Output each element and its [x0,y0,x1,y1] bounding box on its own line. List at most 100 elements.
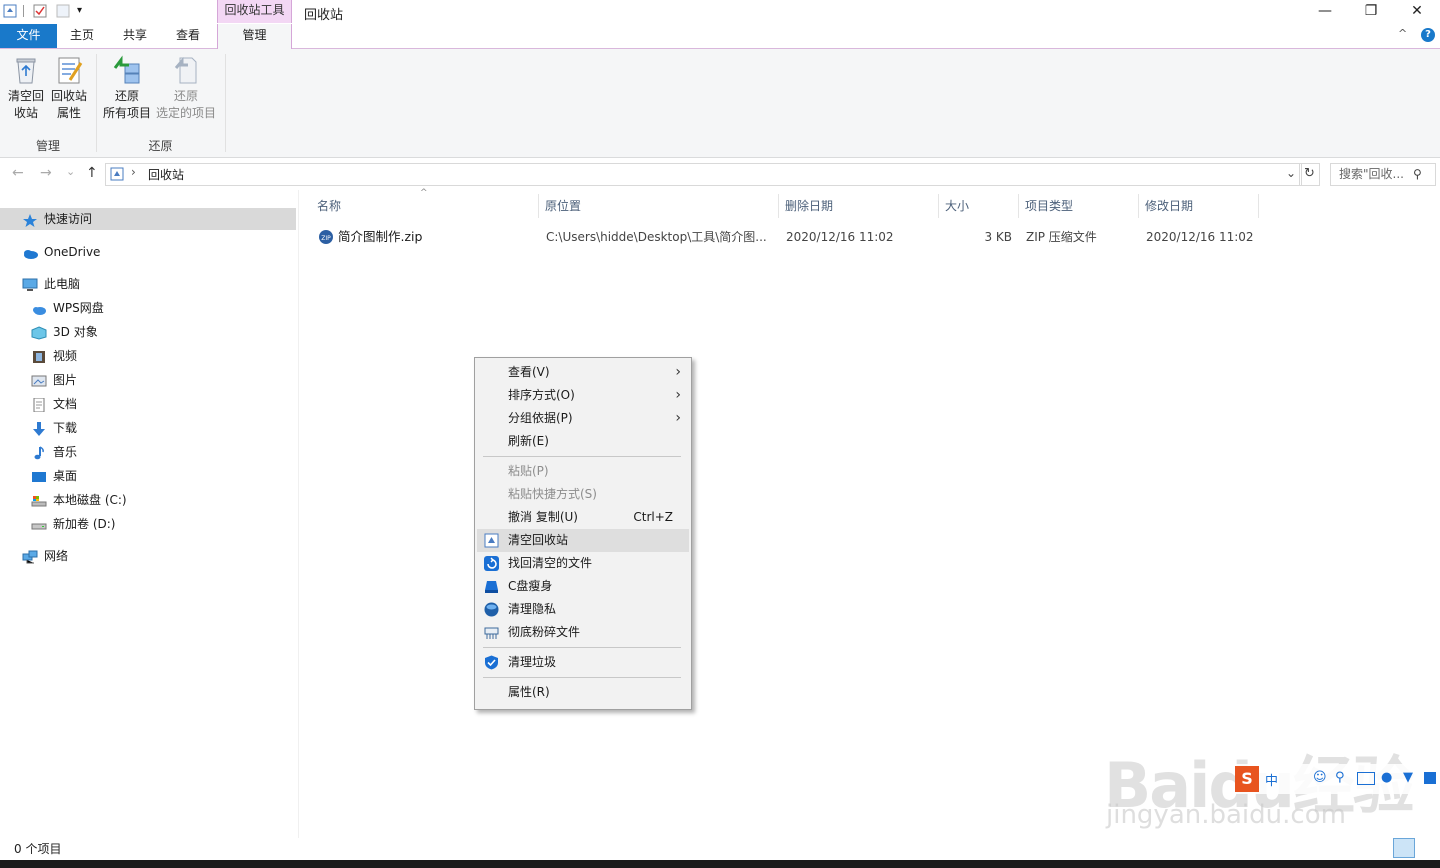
tab-home[interactable]: 主页 [57,24,107,48]
nav-label: 下载 [53,421,78,435]
menu-item-clean-junk[interactable]: 清理垃圾 [475,651,691,674]
properties-qat-icon[interactable] [33,4,47,18]
nav-label: 网络 [44,549,69,563]
back-arrow-icon[interactable]: ← [12,165,24,181]
nav-label: 音乐 [53,445,78,459]
menu-item-empty-recycle-bin[interactable]: 清空回收站 [477,529,689,552]
ime-user-icon[interactable]: ● [1381,770,1392,785]
tab-view[interactable]: 查看 [163,24,213,48]
nav-item-wps[interactable]: WPS网盘 [31,297,104,319]
nav-item-onedrive[interactable]: OneDrive [22,241,100,263]
breadcrumb-separator-icon[interactable]: › [131,165,136,179]
ime-toolbox-icon[interactable] [1424,772,1436,784]
document-icon [31,397,47,412]
column-header-name[interactable]: 名称 [311,194,539,218]
address-bar[interactable]: › 回收站 ⌄ [105,163,1302,186]
context-tab-group-label: 回收站工具 [217,0,292,23]
taskbar [0,860,1440,868]
nav-item-desktop[interactable]: 桌面 [31,465,77,487]
nav-item-3d-objects[interactable]: 3D 对象 [31,321,98,343]
network-icon [22,549,38,563]
menu-item-paste-shortcut[interactable]: 粘贴快捷方式(S) [475,483,691,506]
nav-item-quick-access[interactable]: 快速访问 [0,208,296,230]
menu-shortcut: Ctrl+Z [633,510,673,524]
restore-selected-items-button[interactable]: 还原 选定的项目 [154,54,218,122]
menu-item-clean-privacy[interactable]: 清理隐私 [475,598,691,621]
empty-bin-label-line2: 收站 [13,106,38,120]
ime-keyboard-icon[interactable] [1357,772,1375,785]
ime-emoji-icon[interactable]: ☺ [1313,770,1327,785]
download-arrow-icon [31,421,47,436]
column-header-date-modified[interactable]: 修改日期 [1139,194,1259,218]
picture-icon [31,373,47,387]
title-bar: ▾ [0,0,1440,24]
bin-props-label-line1: 回收站 [50,89,87,103]
menu-item-paste[interactable]: 粘贴(P) [475,460,691,483]
menu-item-refresh[interactable]: 刷新(E) [475,430,691,453]
column-header-item-type[interactable]: 项目类型 [1019,194,1139,218]
up-arrow-icon[interactable]: ↑ [86,165,98,181]
tab-manage[interactable]: 管理 [217,24,292,49]
tab-file[interactable]: 文件 [0,24,57,48]
nav-item-videos[interactable]: 视频 [31,345,77,367]
nav-item-music[interactable]: 音乐 [31,441,77,463]
breadcrumb-recycle-bin[interactable]: 回收站 [148,166,184,183]
nav-item-new-volume-d[interactable]: 新加卷 (D:) [31,513,115,535]
nav-label: 本地磁盘 (C:) [53,493,127,507]
column-header-date-deleted[interactable]: 删除日期 [779,194,939,218]
shield-icon [484,655,499,670]
file-date-modified: 2020/12/16 11:02 [1146,230,1254,244]
nav-item-pictures[interactable]: 图片 [31,369,77,391]
cube-icon [31,325,47,340]
menu-item-group-by[interactable]: 分组依据(P) › [475,407,691,430]
nav-label: 图片 [53,373,78,387]
ribbon-collapse-chevron-icon[interactable]: ^ [1398,27,1407,40]
nav-item-documents[interactable]: 文档 [31,393,77,415]
shredder-icon [484,625,499,640]
menu-separator [483,677,681,678]
details-view-icon[interactable] [1393,838,1415,858]
context-menu: 查看(V) › 排序方式(O) › 分组依据(P) › 刷新(E) 粘贴(P) … [474,357,692,710]
ime-voice-icon[interactable]: ⚲ [1335,770,1345,785]
cloud-icon [22,245,38,259]
address-dropdown-icon[interactable]: ⌄ [1286,166,1296,180]
menu-item-recover-emptied-files[interactable]: 找回清空的文件 [475,552,691,575]
search-input[interactable]: 搜索"回收... ⚲ [1330,163,1436,186]
privacy-globe-icon [484,602,499,617]
restore-all-items-button[interactable]: 还原 所有项目 [100,54,154,122]
refresh-button[interactable]: ↻ [1299,163,1320,186]
empty-recycle-bin-button[interactable]: 清空回 收站 [4,54,48,122]
submenu-arrow-icon: › [675,387,681,403]
menu-item-view[interactable]: 查看(V) › [475,361,691,384]
ime-skin-icon[interactable]: ▼ [1403,770,1413,785]
ime-chinese-mode-icon[interactable]: 中 [1265,770,1278,789]
nav-item-this-pc[interactable]: 此电脑 [22,273,80,295]
menu-item-properties[interactable]: 属性(R) [475,681,691,704]
large-icons-view-icon[interactable] [1416,838,1438,858]
help-icon[interactable]: ? [1421,28,1435,42]
nav-item-downloads[interactable]: 下载 [31,417,77,439]
tab-share[interactable]: 共享 [109,24,161,48]
nav-label: OneDrive [44,245,101,259]
forward-arrow-icon[interactable]: → [40,165,52,181]
recycle-bin-app-icon[interactable] [3,4,17,18]
customize-qat-dropdown-icon[interactable]: ▾ [77,4,91,18]
close-button[interactable]: ✕ [1394,0,1440,24]
sogou-s-icon[interactable]: S [1235,766,1259,792]
recycle-bin-properties-button[interactable]: 回收站 属性 [48,54,90,122]
minimize-button[interactable]: — [1302,0,1348,24]
menu-item-sort-by[interactable]: 排序方式(O) › [475,384,691,407]
nav-item-local-disk-c[interactable]: 本地磁盘 (C:) [31,489,127,511]
menu-item-undo-copy[interactable]: 撤消 复制(U) Ctrl+Z [475,506,691,529]
menu-item-c-drive-slim[interactable]: C盘瘦身 [475,575,691,598]
recent-locations-chevron-icon[interactable]: ⌄ [66,165,75,178]
restore-button[interactable]: ❐ [1348,0,1394,24]
menu-label: 撤消 复制(U) [508,510,578,524]
menu-item-shred-file[interactable]: 彻底粉碎文件 [475,621,691,644]
recycle-bin-location-icon [110,167,124,184]
column-header-original-location[interactable]: 原位置 [539,194,779,218]
restore-selected-label-line2: 选定的项目 [155,106,216,120]
new-folder-qat-icon[interactable] [56,4,70,18]
column-header-size[interactable]: 大小 [939,194,1019,218]
nav-item-network[interactable]: 网络 [22,545,68,567]
